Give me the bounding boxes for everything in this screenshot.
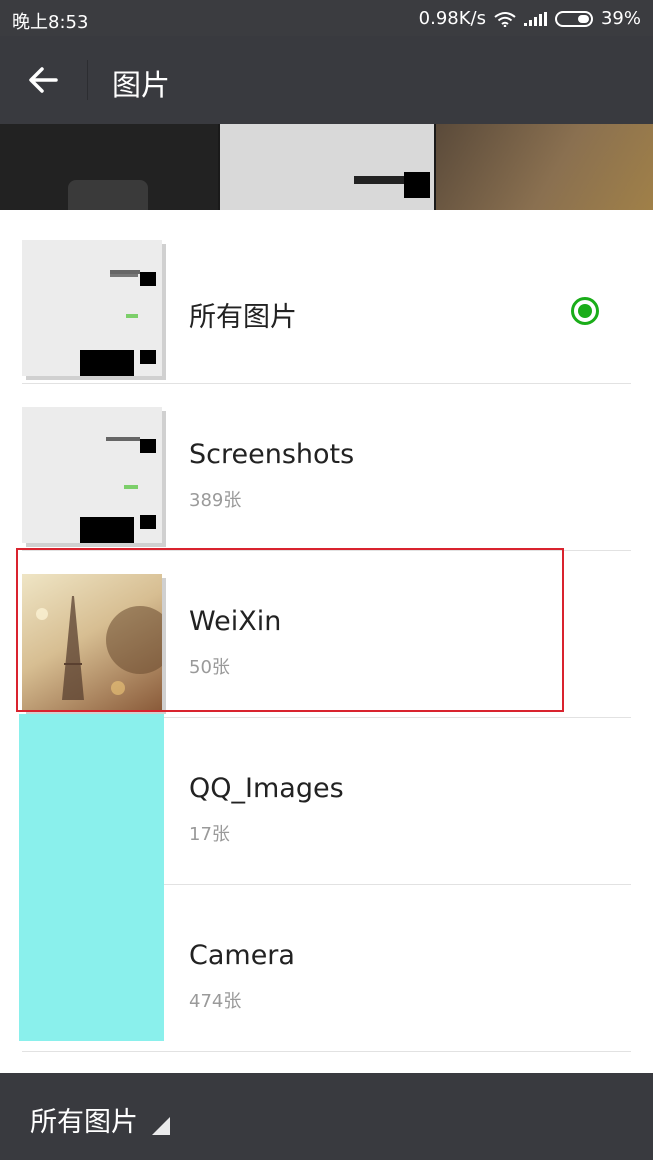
status-net-speed: 0.98K/s xyxy=(418,8,486,29)
album-name: Screenshots xyxy=(189,439,355,470)
caret-icon xyxy=(152,1117,170,1135)
album-name: 所有图片 xyxy=(189,302,297,333)
selection-highlight-box xyxy=(16,548,564,712)
album-name: QQ_Images xyxy=(189,773,344,804)
album-count: 474张 xyxy=(189,991,242,1012)
photo-tile xyxy=(436,124,653,210)
redaction-block xyxy=(19,714,164,1041)
battery-percent: 39% xyxy=(600,8,641,29)
photo-grid-background xyxy=(0,124,653,210)
photo-tile xyxy=(220,124,434,210)
album-name: Camera xyxy=(189,940,295,971)
radio-checked-icon[interactable] xyxy=(571,297,599,325)
title-bar: 图片 xyxy=(0,36,653,124)
album-row-screenshots[interactable]: Screenshots 389张 xyxy=(0,384,653,551)
album-count: 17张 xyxy=(189,824,230,845)
title-divider xyxy=(87,60,88,100)
status-bar: 晚上8:53 0.98K/s 39% xyxy=(0,0,653,36)
battery-icon xyxy=(554,10,593,27)
album-thumbnail xyxy=(22,240,166,380)
album-selector-button[interactable]: 所有图片 xyxy=(30,1100,138,1139)
camera-tile xyxy=(0,124,218,210)
bottom-bar: 所有图片 xyxy=(0,1073,653,1160)
wifi-icon xyxy=(494,11,516,27)
back-arrow-icon xyxy=(29,67,58,93)
album-row-all[interactable]: 所有图片 xyxy=(0,217,653,384)
page-title: 图片 xyxy=(112,68,171,102)
back-button[interactable] xyxy=(20,58,70,102)
album-thumbnail xyxy=(22,407,166,547)
album-count: 389张 xyxy=(189,490,242,511)
signal-icon xyxy=(523,11,547,26)
camera-icon xyxy=(68,180,148,210)
status-time: 晚上8:53 xyxy=(12,12,89,33)
